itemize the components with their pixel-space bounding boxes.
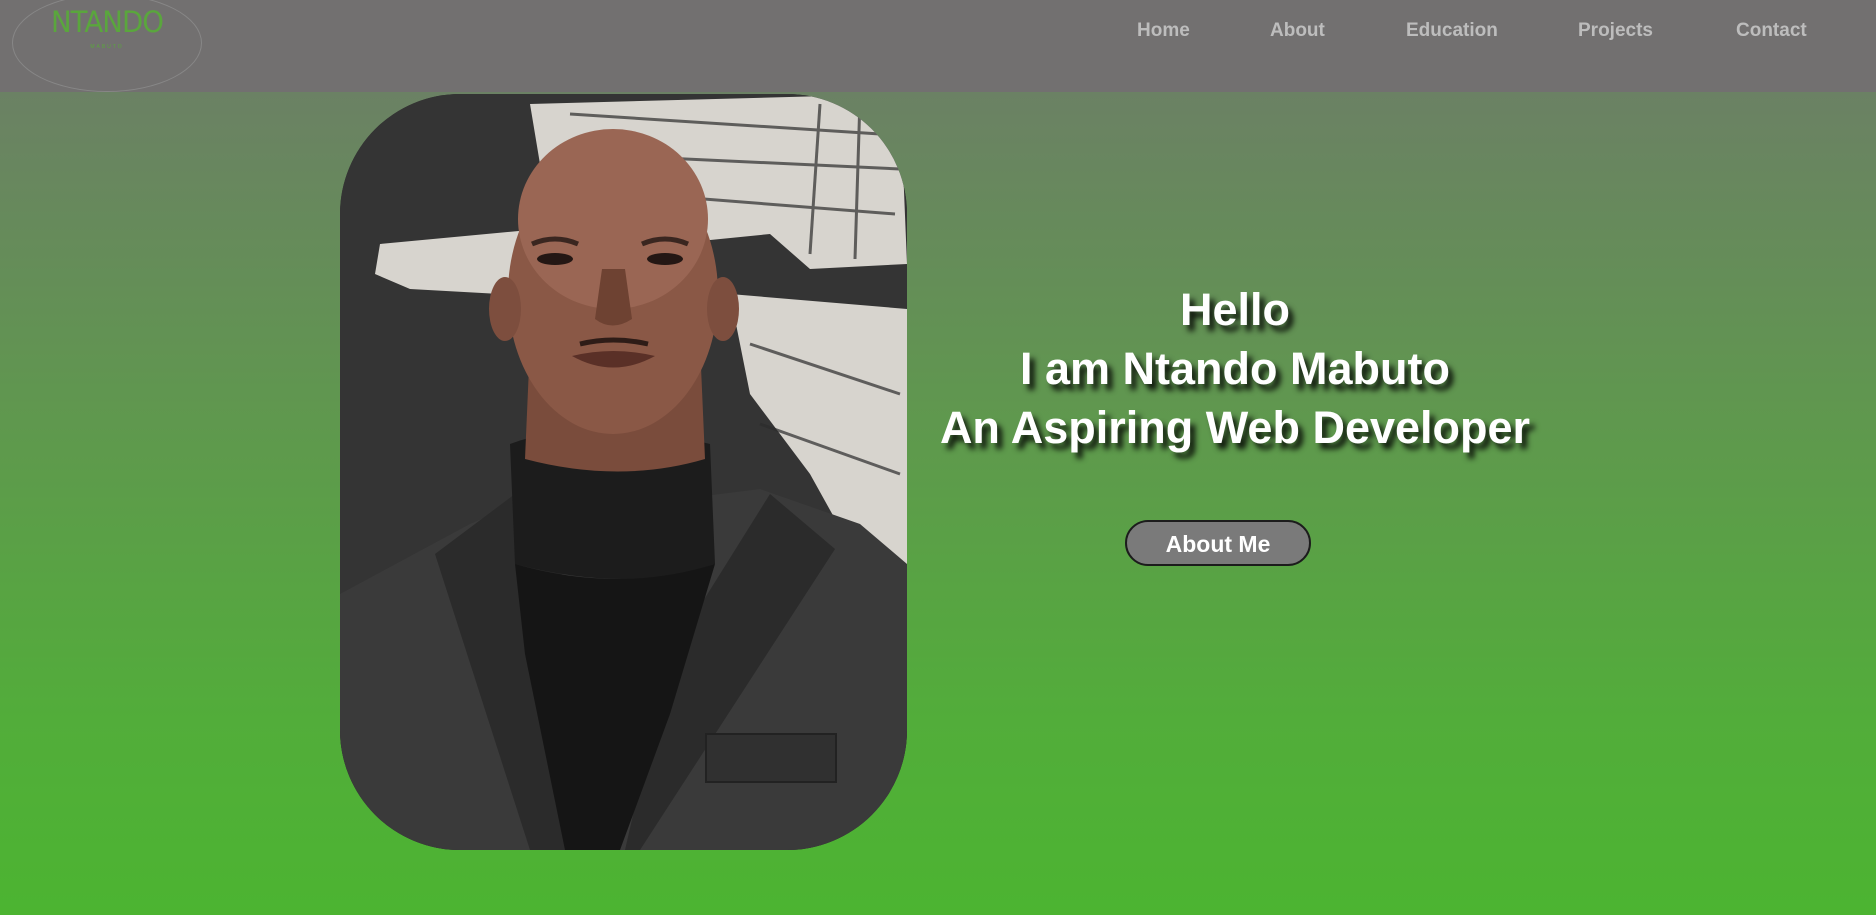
navbar: NTANDO MABUTO Home About Education Proje… [0, 0, 1876, 92]
nav-menu: Home About Education Projects Contact [0, 20, 1876, 50]
nav-projects-link[interactable]: Projects [1578, 20, 1653, 42]
hero-greeting: Hello [1179, 284, 1291, 335]
hero-name: I am Ntando Mabuto [1020, 343, 1450, 394]
nav-contact-link[interactable]: Contact [1736, 20, 1807, 42]
hero-tagline: An Aspiring Web Developer [939, 402, 1531, 453]
nav-about-link[interactable]: About [1270, 20, 1325, 42]
nav-education-link[interactable]: Education [1406, 20, 1498, 42]
hero-heading: Hello I am Ntando Mabuto An Aspiring Web… [920, 280, 1550, 457]
about-me-button[interactable]: About Me [1125, 520, 1311, 566]
profile-photo [340, 94, 907, 850]
nav-home-link[interactable]: Home [1137, 20, 1190, 42]
